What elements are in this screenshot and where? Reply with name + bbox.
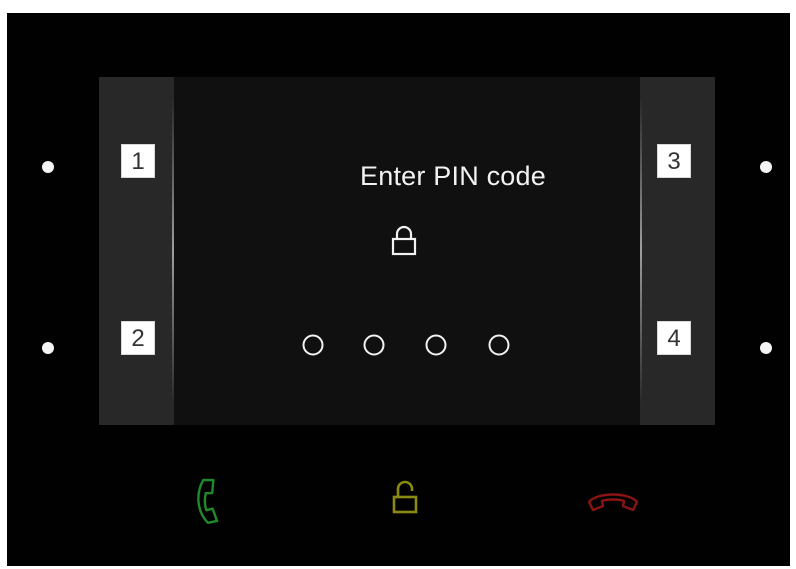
- display-screen: 1 2 3 4 Enter PIN code: [99, 77, 715, 425]
- call-hangup-button[interactable]: [585, 472, 641, 528]
- right-upper-indicator-dot: [760, 161, 772, 173]
- left-lower-indicator-dot: [42, 342, 54, 354]
- pin-prompt-title: Enter PIN code: [360, 161, 546, 191]
- intercom-device: 1 2 3 4 Enter PIN code: [7, 13, 790, 566]
- lock-open-icon: [392, 480, 418, 514]
- soft-key-4[interactable]: 4: [657, 321, 691, 355]
- door-unlock-button[interactable]: [379, 472, 435, 528]
- soft-key-2[interactable]: 2: [121, 321, 155, 355]
- soft-key-1[interactable]: 1: [121, 144, 155, 178]
- phone-hangup-icon: [587, 493, 639, 512]
- right-soft-key-panel: 3 4: [640, 77, 715, 425]
- right-lower-indicator-dot: [760, 342, 772, 354]
- pin-digit-slot-3: [425, 334, 447, 356]
- phone-answer-icon: [197, 478, 219, 525]
- lock-closed-icon: [391, 225, 417, 256]
- pin-digit-slot-2: [363, 334, 385, 356]
- pin-digit-slot-1: [302, 334, 324, 356]
- soft-key-3[interactable]: 3: [657, 144, 691, 178]
- left-soft-key-panel: 1 2: [99, 77, 174, 425]
- pin-digit-slot-4: [488, 334, 510, 356]
- call-answer-button[interactable]: [180, 472, 236, 528]
- left-upper-indicator-dot: [42, 161, 54, 173]
